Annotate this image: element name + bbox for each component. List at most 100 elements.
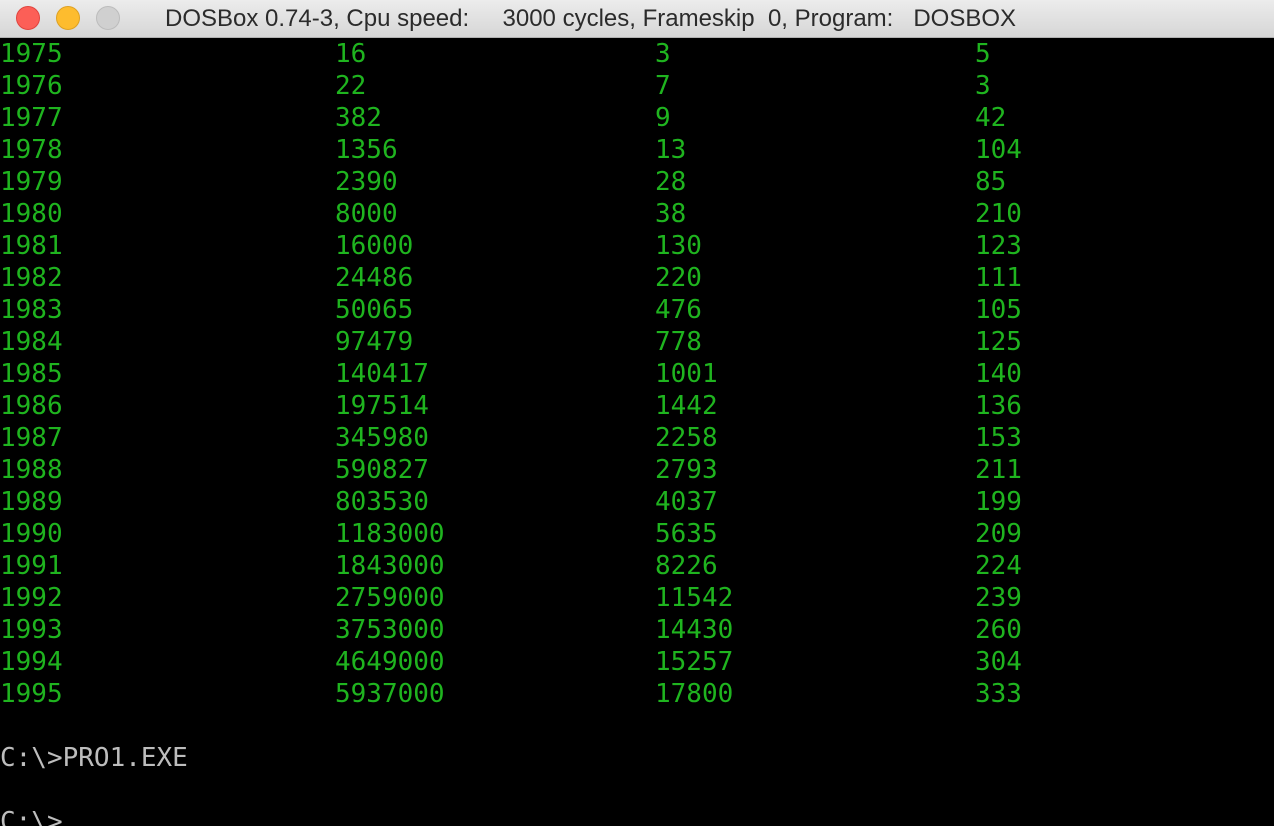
output-row: 1978 1356 13 104 [0, 134, 1274, 166]
output-row: 1988 590827 2793 211 [0, 454, 1274, 486]
value-cell-3: 5 [975, 39, 991, 69]
output-row: 1987 345980 2258 153 [0, 422, 1274, 454]
close-window-button[interactable] [16, 6, 40, 30]
output-row: 1994 4649000 15257 304 [0, 646, 1274, 678]
value-cell-3: 210 [975, 199, 1022, 229]
value-cell-1: 16000 [335, 231, 414, 261]
value-cell-1: 803530 [335, 487, 429, 517]
year-cell: 1986 [0, 391, 63, 421]
year-cell: 1992 [0, 583, 63, 613]
output-row: 1976 22 7 3 [0, 70, 1274, 102]
output-row: 1995 5937000 17800 333 [0, 678, 1274, 710]
year-cell: 1980 [0, 199, 63, 229]
value-cell-3: 140 [975, 359, 1022, 389]
year-cell: 1985 [0, 359, 63, 389]
year-cell: 1979 [0, 167, 63, 197]
command-line: C:\>PRO1.EXE [0, 743, 188, 773]
output-row: 1975 16 3 5 [0, 38, 1274, 70]
value-cell-1: 1843000 [335, 551, 445, 581]
year-cell: 1989 [0, 487, 63, 517]
year-cell: 1995 [0, 679, 63, 709]
year-cell: 1984 [0, 327, 63, 357]
year-cell: 1993 [0, 615, 63, 645]
value-cell-2: 8226 [655, 551, 718, 581]
value-cell-3: 199 [975, 487, 1022, 517]
value-cell-2: 1001 [655, 359, 718, 389]
year-cell: 1983 [0, 295, 63, 325]
output-row: 1993 3753000 14430 260 [0, 614, 1274, 646]
year-cell: 1981 [0, 231, 63, 261]
output-row: 1979 2390 28 85 [0, 166, 1274, 198]
value-cell-2: 11542 [655, 583, 734, 613]
year-cell: 1975 [0, 39, 63, 69]
output-row: 1977 382 9 42 [0, 102, 1274, 134]
value-cell-3: 123 [975, 231, 1022, 261]
value-cell-3: 153 [975, 423, 1022, 453]
value-cell-3: 136 [975, 391, 1022, 421]
value-cell-1: 2759000 [335, 583, 445, 613]
year-cell: 1994 [0, 647, 63, 677]
output-row: 1989 803530 4037 199 [0, 486, 1274, 518]
output-row: 1986 197514 1442 136 [0, 390, 1274, 422]
output-row: 1980 8000 38 210 [0, 198, 1274, 230]
value-cell-2: 130 [655, 231, 702, 261]
output-row: 1992 2759000 11542 239 [0, 582, 1274, 614]
value-cell-2: 2793 [655, 455, 718, 485]
value-cell-3: 3 [975, 71, 991, 101]
active-prompt[interactable]: C:\> [0, 806, 63, 826]
value-cell-2: 9 [655, 103, 671, 133]
year-cell: 1977 [0, 103, 63, 133]
title-bar[interactable]: DOSBox 0.74-3, Cpu speed: 3000 cycles, F… [0, 0, 1274, 38]
value-cell-1: 97479 [335, 327, 414, 357]
year-cell: 1976 [0, 71, 63, 101]
dos-console-screen[interactable]: 1975 16 3 5 1976 22 7 3 1977 382 9 42 19… [0, 38, 1274, 826]
minimize-window-button[interactable] [56, 6, 80, 30]
value-cell-2: 7 [655, 71, 671, 101]
value-cell-3: 111 [975, 263, 1022, 293]
value-cell-3: 105 [975, 295, 1022, 325]
value-cell-3: 304 [975, 647, 1022, 677]
output-row: 1982 24486 220 111 [0, 262, 1274, 294]
value-cell-2: 220 [655, 263, 702, 293]
value-cell-1: 590827 [335, 455, 429, 485]
value-cell-2: 17800 [655, 679, 734, 709]
value-cell-1: 197514 [335, 391, 429, 421]
value-cell-1: 345980 [335, 423, 429, 453]
value-cell-3: 125 [975, 327, 1022, 357]
value-cell-3: 224 [975, 551, 1022, 581]
value-cell-2: 14430 [655, 615, 734, 645]
value-cell-3: 209 [975, 519, 1022, 549]
value-cell-2: 5635 [655, 519, 718, 549]
output-row: 1990 1183000 5635 209 [0, 518, 1274, 550]
value-cell-1: 16 [335, 39, 367, 69]
value-cell-1: 50065 [335, 295, 414, 325]
value-cell-3: 104 [975, 135, 1022, 165]
value-cell-2: 1442 [655, 391, 718, 421]
value-cell-2: 3 [655, 39, 671, 69]
year-cell: 1987 [0, 423, 63, 453]
value-cell-1: 24486 [335, 263, 414, 293]
year-cell: 1982 [0, 263, 63, 293]
value-cell-3: 42 [975, 103, 1007, 133]
value-cell-1: 2390 [335, 167, 398, 197]
value-cell-3: 260 [975, 615, 1022, 645]
value-cell-1: 8000 [335, 199, 398, 229]
value-cell-1: 3753000 [335, 615, 445, 645]
output-row: 1985 140417 1001 140 [0, 358, 1274, 390]
value-cell-1: 1356 [335, 135, 398, 165]
value-cell-1: 1183000 [335, 519, 445, 549]
output-row: 1983 50065 476 105 [0, 294, 1274, 326]
value-cell-3: 211 [975, 455, 1022, 485]
value-cell-2: 4037 [655, 487, 718, 517]
zoom-window-button[interactable] [96, 6, 120, 30]
year-cell: 1990 [0, 519, 63, 549]
value-cell-2: 13 [655, 135, 687, 165]
year-cell: 1991 [0, 551, 63, 581]
value-cell-2: 28 [655, 167, 687, 197]
value-cell-1: 382 [335, 103, 382, 133]
value-cell-1: 140417 [335, 359, 429, 389]
value-cell-3: 333 [975, 679, 1022, 709]
value-cell-1: 4649000 [335, 647, 445, 677]
year-cell: 1978 [0, 135, 63, 165]
value-cell-2: 778 [655, 327, 702, 357]
